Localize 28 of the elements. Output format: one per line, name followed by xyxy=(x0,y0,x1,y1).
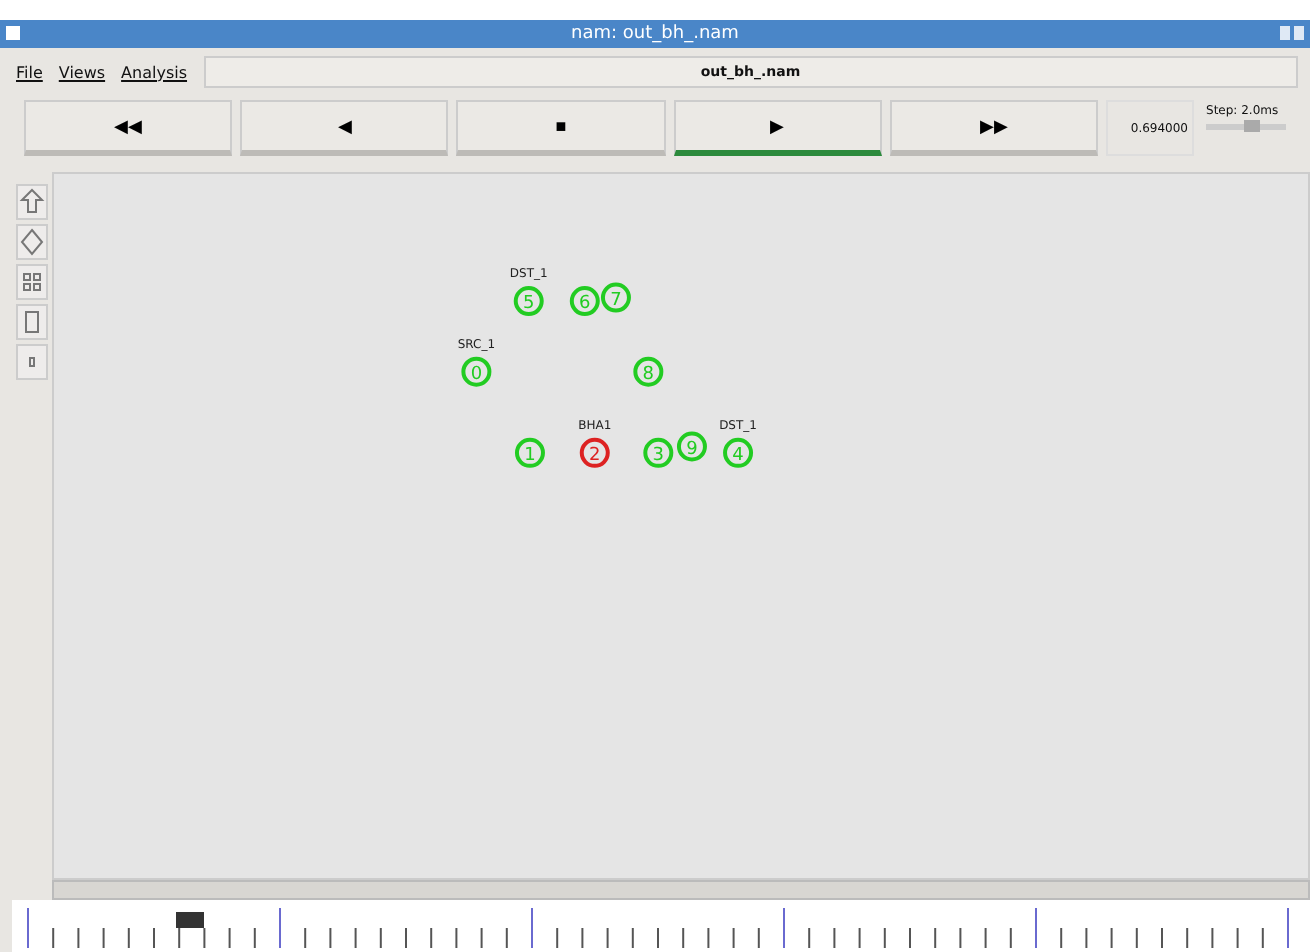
node-id: 8 xyxy=(642,364,655,385)
window-title: nam: out_bh_.nam xyxy=(571,24,739,44)
playback-button[interactable]: ■ xyxy=(456,100,666,156)
playback-button[interactable]: ▶▶ xyxy=(889,100,1099,156)
playback-button[interactable]: ▶ xyxy=(673,100,882,156)
zoom-out-icon[interactable] xyxy=(16,224,48,260)
menu-item[interactable]: File xyxy=(16,63,43,81)
zoom-in-icon[interactable] xyxy=(16,184,48,220)
window-buttons-icon[interactable] xyxy=(1280,26,1304,40)
menu-item[interactable]: Analysis xyxy=(121,63,188,81)
timeline-ruler[interactable] xyxy=(12,900,1310,952)
node-id: 6 xyxy=(579,294,591,315)
menu-item[interactable]: Views xyxy=(58,63,106,81)
horizontal-scrollbar[interactable] xyxy=(52,880,1310,900)
node-id: 1 xyxy=(524,445,536,466)
page-icon[interactable] xyxy=(16,304,48,340)
node-id: 0 xyxy=(470,364,483,385)
timeline-slider-thumb[interactable] xyxy=(175,912,204,928)
node-id: 7 xyxy=(610,290,622,311)
playback-button[interactable]: ◀◀ xyxy=(24,100,233,156)
step-slider-thumb[interactable] xyxy=(1244,120,1261,132)
playback-button[interactable]: ◀ xyxy=(240,100,449,156)
node-id: 2 xyxy=(589,445,601,466)
node-id: 3 xyxy=(652,445,665,466)
node-id: 4 xyxy=(732,445,744,466)
node-id: 5 xyxy=(523,294,535,315)
node-id: 9 xyxy=(686,439,698,460)
grid-icon[interactable] xyxy=(16,264,48,300)
